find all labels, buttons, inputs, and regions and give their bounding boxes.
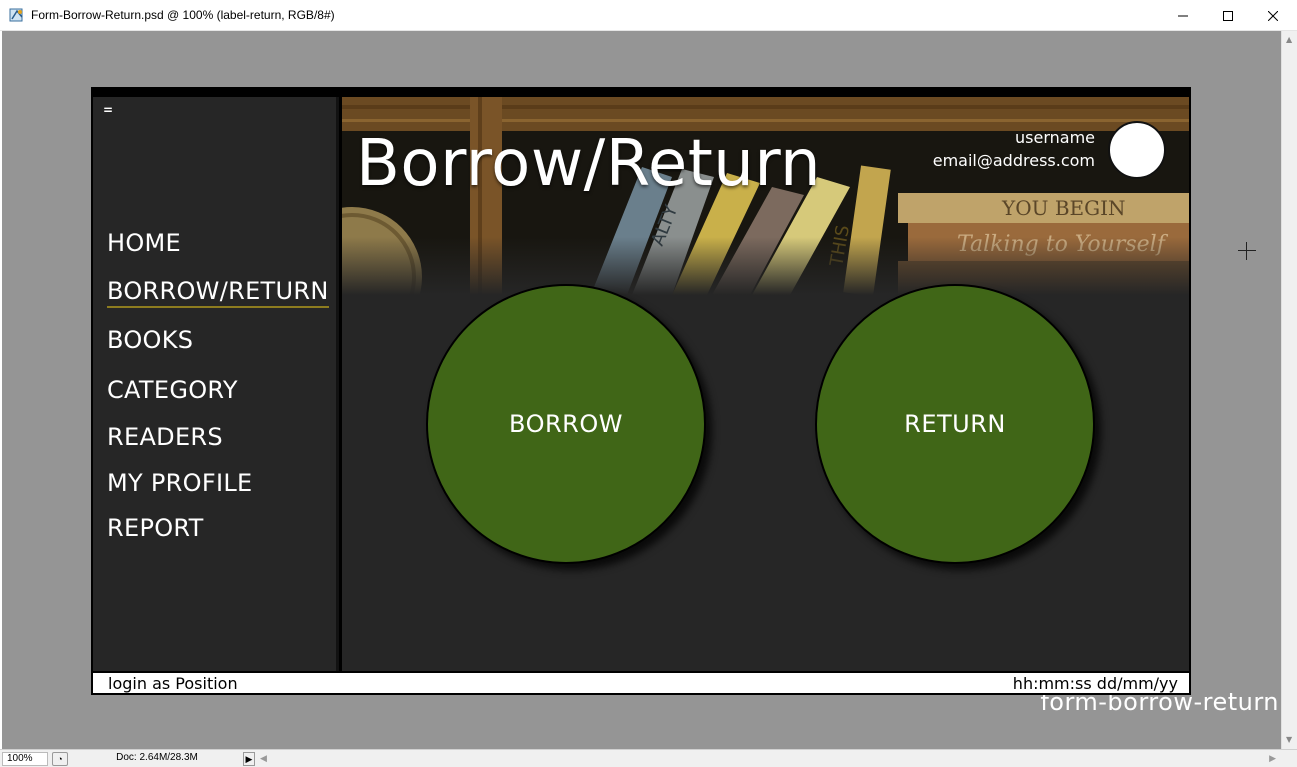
avatar[interactable] [1108, 121, 1166, 179]
doc-size-info: Doc: 2.64M/28.3M [116, 752, 198, 763]
minimize-icon [1178, 15, 1188, 16]
minimize-button[interactable] [1160, 0, 1206, 31]
crosshair-cursor-icon [1238, 242, 1256, 260]
book-spine-text-1: YOU BEGIN [1001, 196, 1126, 220]
main-panel: YOU BEGIN Talking to Yourself ALTY THIS … [342, 97, 1189, 671]
datetime-status: hh:mm:ss dd/mm/yy [1012, 674, 1178, 693]
header-banner: YOU BEGIN Talking to Yourself ALTY THIS … [342, 97, 1189, 295]
photoshop-app-icon [9, 8, 23, 22]
nav-item-my-profile[interactable]: MY PROFILE [107, 469, 252, 497]
page-title: Borrow/Return [356, 127, 822, 201]
user-email: email@address.com [932, 151, 1095, 170]
scroll-up-icon[interactable]: ▲ [1286, 35, 1292, 44]
user-name: username [1015, 128, 1095, 147]
app-status-bar: login as Position hh:mm:ss dd/mm/yy [93, 671, 1189, 693]
nav-item-readers[interactable]: READERS [107, 423, 223, 451]
return-button[interactable]: RETURN [815, 284, 1095, 564]
zoom-field[interactable]: 100% [2, 752, 48, 766]
borrow-button-label: BORROW [509, 410, 623, 438]
nav-item-home[interactable]: HOME [107, 229, 181, 257]
maximize-icon [1223, 10, 1233, 21]
borrow-button[interactable]: BORROW [426, 284, 706, 564]
editor-status-bar: 100% ◔ Doc: 2.64M/28.3M ▶ ◀ ▶ [0, 749, 1297, 767]
window-title: Form-Borrow-Return.psd @ 100% (label-ret… [31, 8, 335, 22]
zoom-preview-icon[interactable]: ◔ [52, 752, 68, 766]
doc-info-menu-icon[interactable]: ▶ [243, 752, 255, 766]
scroll-down-icon[interactable]: ▼ [1286, 735, 1292, 744]
window-titlebar: Form-Borrow-Return.psd @ 100% (label-ret… [0, 0, 1297, 31]
return-button-label: RETURN [904, 410, 1006, 438]
nav-item-category[interactable]: CATEGORY [107, 376, 238, 404]
sidebar: = HOME BORROW/RETURN BOOKS CATEGORY READ… [93, 97, 339, 671]
doc-topbar [93, 89, 1189, 97]
login-status: login as Position [108, 674, 238, 693]
nav-item-books[interactable]: BOOKS [107, 326, 193, 354]
nav-item-borrow-return[interactable]: BORROW/RETURN [107, 277, 329, 308]
scroll-left-icon[interactable]: ◀ [260, 753, 267, 764]
close-button[interactable] [1250, 0, 1296, 31]
menu-toggle-icon[interactable]: = [103, 103, 113, 117]
scroll-right-icon[interactable]: ▶ [1269, 753, 1276, 764]
horizontal-scrollbar[interactable]: ◀ ▶ [258, 752, 1278, 766]
nav-item-report[interactable]: REPORT [107, 514, 204, 542]
maximize-button[interactable] [1205, 0, 1251, 31]
design-document: = HOME BORROW/RETURN BOOKS CATEGORY READ… [91, 87, 1191, 695]
vertical-scrollbar[interactable]: ▲ ▼ [1281, 31, 1297, 749]
close-icon [1268, 10, 1278, 21]
